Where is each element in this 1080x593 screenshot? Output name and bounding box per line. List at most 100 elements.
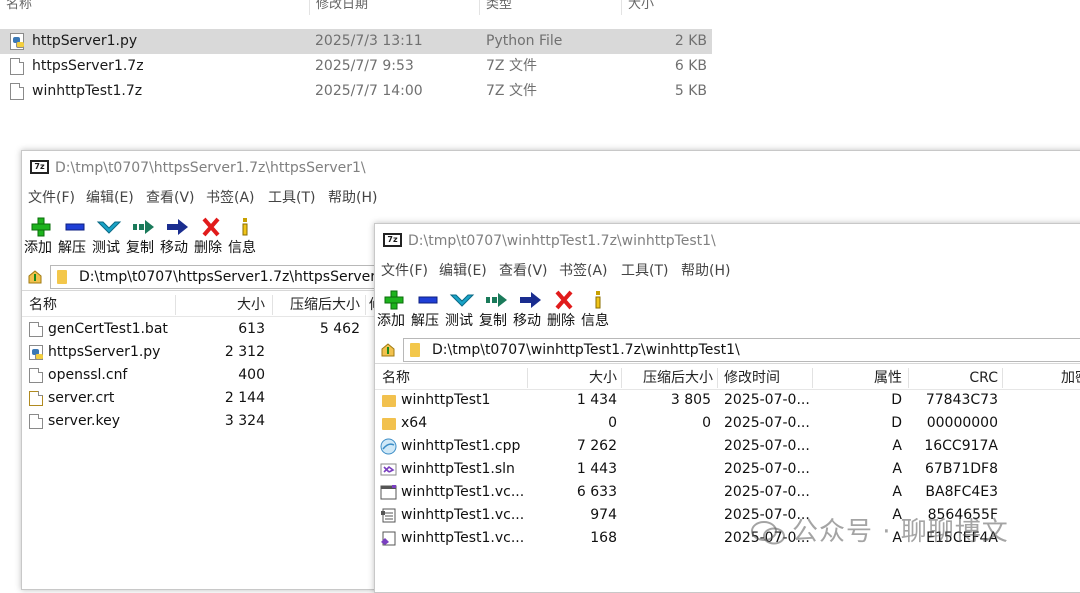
- copy-icon: [133, 220, 154, 234]
- info-button[interactable]: 信息: [581, 284, 615, 334]
- file-name: server.key: [48, 413, 120, 429]
- list-item[interactable]: winhttpTest1.vc... 6 633 2025-07-0... A …: [375, 481, 1080, 504]
- column-attributes[interactable]: 属性: [814, 366, 902, 390]
- column-name[interactable]: 名称: [29, 293, 57, 317]
- menu-help[interactable]: 帮助(H): [328, 185, 377, 211]
- column-encrypted[interactable]: 加密: [1061, 366, 1080, 390]
- add-button[interactable]: 添加: [24, 211, 58, 261]
- folder-up-icon[interactable]: [27, 269, 43, 285]
- batch-file-icon: [29, 322, 43, 337]
- file-name: winhttpTest1.vc...: [401, 484, 525, 500]
- file-date: 2025/7/3 13:11: [315, 33, 423, 49]
- delete-icon: [202, 217, 220, 237]
- file-size: 6 KB: [674, 58, 707, 74]
- file-name: winhttpTest1.vc...: [401, 530, 525, 546]
- menu-bar: 文件(F) 编辑(E) 查看(V) 书签(A) 工具(T) 帮助(H): [375, 258, 1080, 284]
- list-item[interactable]: winhttpTest1.sln 1 443 2025-07-0... A 67…: [375, 458, 1080, 481]
- column-modified[interactable]: 修改时间: [724, 366, 780, 390]
- file-size: 5 KB: [674, 83, 707, 99]
- add-button[interactable]: 添加: [377, 284, 411, 334]
- explorer-row[interactable]: httpsServer1.7z 2025/7/7 9:53 7Z 文件 6 KB: [0, 54, 712, 79]
- path-bar: D:\tmp\t0707\winhttpTest1.7z\winhttpTest…: [375, 336, 1080, 364]
- path-input[interactable]: D:\tmp\t0707\winhttpTest1.7z\winhttpTest…: [403, 338, 1080, 362]
- column-packed-size[interactable]: 压缩后大小: [623, 366, 713, 390]
- copy-button[interactable]: 复制: [479, 284, 513, 334]
- file-size: 0: [608, 415, 617, 431]
- file-size: 168: [590, 530, 617, 546]
- menu-tools[interactable]: 工具(T): [268, 185, 315, 211]
- file-name: winhttpTest1: [401, 392, 491, 408]
- file-modified: 2025-07-0...: [724, 461, 810, 477]
- title-bar[interactable]: 7z D:\tmp\t0707\winhttpTest1.7z\winhttpT…: [375, 224, 1080, 258]
- column-name[interactable]: 名称: [0, 0, 305, 15]
- file-size: 613: [238, 321, 265, 337]
- file-name: httpsServer1.7z: [32, 58, 144, 74]
- menu-edit[interactable]: 编辑(E): [439, 258, 487, 284]
- test-icon: [449, 294, 475, 307]
- explorer-row[interactable]: winhttpTest1.7z 2025/7/7 14:00 7Z 文件 5 K…: [0, 79, 712, 104]
- menu-tools[interactable]: 工具(T): [621, 258, 668, 284]
- list-item[interactable]: x64 0 0 2025-07-0... D 00000000: [375, 412, 1080, 435]
- file-name: winhttpTest1.vc...: [401, 507, 525, 523]
- wechat-logo-icon: [751, 520, 785, 544]
- file-packed-size: 5 462: [319, 321, 360, 337]
- folder-up-icon[interactable]: [380, 342, 396, 358]
- column-size[interactable]: 大小: [621, 0, 716, 15]
- delete-button[interactable]: 删除: [194, 211, 228, 261]
- sevenzip-app-icon: 7z: [30, 160, 49, 174]
- file-type: Python File: [486, 33, 563, 49]
- file-name: winhttpTest1.7z: [32, 83, 143, 99]
- menu-bookmarks[interactable]: 书签(A): [206, 185, 255, 211]
- move-button[interactable]: 移动: [160, 211, 194, 261]
- path-text: D:\tmp\t0707\winhttpTest1.7z\winhttpTest…: [432, 342, 740, 358]
- menu-edit[interactable]: 编辑(E): [86, 185, 134, 211]
- python-file-icon: [29, 345, 43, 360]
- folder-icon: [410, 343, 420, 357]
- menu-file[interactable]: 文件(F): [381, 258, 428, 284]
- column-type[interactable]: 类型: [479, 0, 619, 15]
- menu-view[interactable]: 查看(V): [146, 185, 195, 211]
- file-name: httpServer1.py: [32, 33, 138, 49]
- column-crc[interactable]: CRC: [910, 366, 998, 390]
- test-button[interactable]: 测试: [92, 211, 126, 261]
- file-attributes: D: [891, 415, 902, 431]
- delete-button[interactable]: 删除: [547, 284, 581, 334]
- file-name: openssl.cnf: [48, 367, 128, 383]
- file-size: 1 434: [576, 392, 617, 408]
- menu-bookmarks[interactable]: 书签(A): [559, 258, 608, 284]
- user-file-icon: [381, 531, 396, 546]
- move-button[interactable]: 移动: [513, 284, 547, 334]
- title-bar[interactable]: 7z D:\tmp\t0707\httpsServer1.7z\httpsSer…: [22, 151, 1080, 185]
- file-modified: 2025-07-0...: [724, 484, 810, 500]
- file-name: httpsServer1.py: [48, 344, 161, 360]
- move-icon: [520, 292, 541, 308]
- column-date[interactable]: 修改日期: [309, 0, 479, 15]
- menu-help[interactable]: 帮助(H): [681, 258, 730, 284]
- column-name[interactable]: 名称: [382, 366, 410, 390]
- file-packed-size: 3 805: [670, 392, 711, 408]
- info-label: 信息: [228, 240, 256, 256]
- info-button[interactable]: 信息: [228, 211, 262, 261]
- explorer-column-header: 名称 修改日期 类型 大小: [0, 0, 716, 18]
- column-size[interactable]: 大小: [177, 293, 265, 317]
- folder-icon: [57, 270, 67, 284]
- info-label: 信息: [581, 313, 609, 329]
- file-size: 6 633: [576, 484, 617, 500]
- menu-view[interactable]: 查看(V): [499, 258, 548, 284]
- copy-button[interactable]: 复制: [126, 211, 160, 261]
- menu-file[interactable]: 文件(F): [28, 185, 75, 211]
- column-size[interactable]: 大小: [529, 366, 617, 390]
- extract-icon: [418, 296, 438, 304]
- certificate-file-icon: [29, 391, 43, 406]
- explorer-row[interactable]: httpServer1.py 2025/7/3 13:11 Python Fil…: [0, 29, 712, 54]
- extract-button[interactable]: 解压: [411, 284, 445, 334]
- column-packed-size[interactable]: 压缩后大小: [274, 293, 360, 317]
- extract-button[interactable]: 解压: [58, 211, 92, 261]
- toolbar: 添加 解压 测试 复制 移动 删除 信息: [375, 284, 1080, 334]
- file-size: 7 262: [576, 438, 617, 454]
- list-item[interactable]: winhttpTest1 1 434 3 805 2025-07-0... D …: [375, 389, 1080, 412]
- delete-icon: [555, 290, 573, 310]
- test-button[interactable]: 测试: [445, 284, 479, 334]
- file-type: 7Z 文件: [486, 83, 537, 99]
- list-item[interactable]: winhttpTest1.cpp 7 262 2025-07-0... A 16…: [375, 435, 1080, 458]
